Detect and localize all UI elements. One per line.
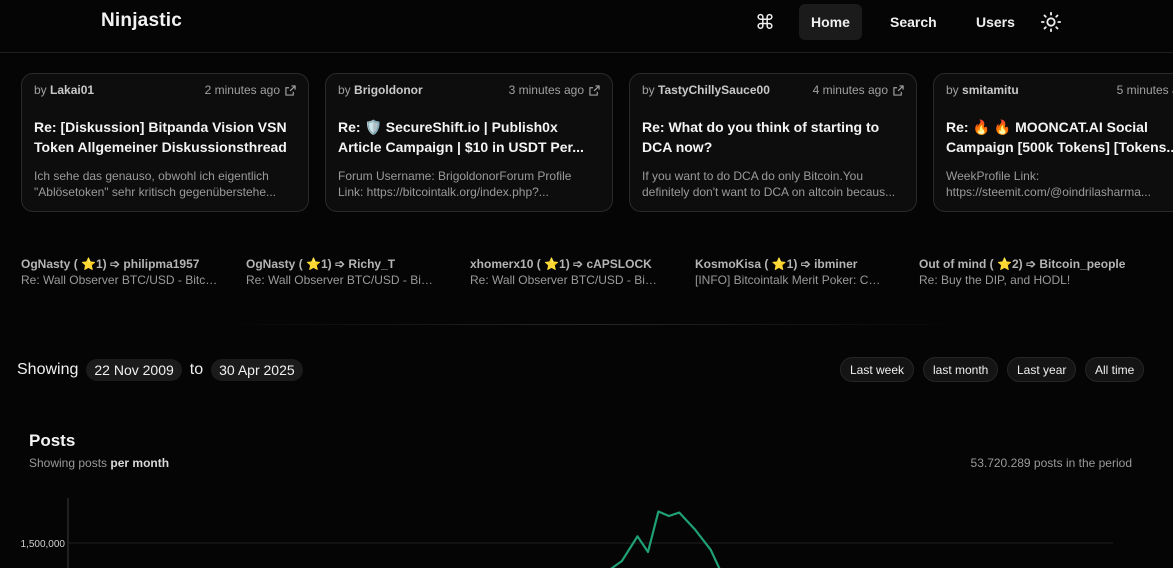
period-last-month-button[interactable]: last month: [923, 357, 999, 382]
arrow-right-icon: ➩: [800, 257, 811, 271]
author-name[interactable]: Brigoldonor: [354, 83, 423, 97]
author-name[interactable]: Lakai01: [50, 83, 94, 97]
star-icon: ⭐: [81, 257, 96, 271]
post-author: by TastyChillySauce00: [642, 83, 770, 97]
post-title[interactable]: Re: [Diskussion] Bitpanda Vision VSN Tok…: [34, 117, 296, 157]
arrow-right-icon: ➩: [335, 257, 346, 271]
nav-home[interactable]: Home: [799, 4, 862, 40]
posts-section-title: Posts: [29, 431, 76, 450]
merit-amount: 1: [95, 257, 103, 271]
merit-receiver[interactable]: Bitcoin_people: [1039, 257, 1125, 271]
section-divider: [212, 324, 972, 325]
merit-receiver[interactable]: Richy_T: [348, 257, 395, 271]
command-icon[interactable]: ⌘: [752, 9, 778, 35]
arrow-right-icon: ➩: [110, 257, 121, 271]
merit-amount: 1: [559, 257, 566, 271]
by-prefix: by: [34, 83, 47, 97]
post-author: by Brigoldonor: [338, 83, 423, 97]
merit-item[interactable]: xhomerx10 ( ⭐1) ➩ cAPSLOCK Re: Wall Obse…: [470, 256, 660, 290]
by-prefix: by: [642, 83, 655, 97]
posts-subtitle: Showing posts per month: [29, 456, 169, 470]
author-name[interactable]: TastyChillySauce00: [658, 83, 770, 97]
nav-users[interactable]: Users: [964, 4, 1027, 40]
post-author: by Lakai01: [34, 83, 94, 97]
post-snippet: Ich sehe das genauso, obwohl ich eigentl…: [34, 169, 276, 199]
post-time: 5 minutes ago: [1117, 83, 1173, 97]
post-title[interactable]: Re: What do you think of starting to DCA…: [642, 117, 904, 157]
time-text: 2 minutes ago: [204, 83, 280, 97]
merit-topic[interactable]: Re: Wall Observer BTC/USD - Bitcoin pric…: [470, 272, 660, 288]
period-last-week-button[interactable]: Last week: [840, 357, 915, 382]
post-time: 4 minutes ago: [813, 83, 904, 97]
to-label: to: [189, 361, 204, 378]
star-icon: ⭐: [997, 257, 1012, 271]
y-tick-label: 1,500,000: [21, 539, 66, 550]
by-prefix: by: [338, 83, 351, 97]
brand-logo[interactable]: Ninjastic: [101, 10, 182, 32]
period-last-year-button[interactable]: Last year: [1007, 357, 1077, 382]
post-snippet: If you want to do DCA do only Bitcoin.Yo…: [642, 169, 896, 199]
merit-topic[interactable]: Re: Buy the DIP, and HODL!: [919, 272, 1173, 288]
merit-item[interactable]: KosmoKisa ( ⭐1) ➩ ibminer [INFO] Bitcoin…: [695, 256, 885, 290]
post-card[interactable]: by smitamitu 5 minutes ago Re: 🔥 🔥 MOONC…: [933, 73, 1173, 212]
merit-receiver[interactable]: cAPSLOCK: [586, 257, 651, 271]
post-title[interactable]: Re: 🛡️ SecureShift.io | Publish0x Articl…: [338, 117, 600, 157]
start-date-picker[interactable]: 22 Nov 2009: [86, 359, 182, 381]
merit-sender[interactable]: KosmoKisa: [695, 257, 761, 271]
post-time: 2 minutes ago: [205, 83, 296, 97]
subtitle-prefix: Showing posts: [29, 456, 108, 470]
time-text: 3 minutes ago: [508, 83, 584, 97]
merit-item[interactable]: Out of mind ( ⭐2) ➩ Bitcoin_people Re: B…: [919, 256, 1173, 290]
post-card[interactable]: by TastyChillySauce00 4 minutes ago Re: …: [629, 73, 917, 212]
external-link-icon[interactable]: [285, 84, 296, 96]
subtitle-granularity: per month: [110, 456, 170, 470]
merit-item[interactable]: OgNasty ( ⭐1) ➩ philipma1957 Re: Wall Ob…: [21, 256, 221, 290]
merit-item[interactable]: OgNasty ( ⭐1) ➩ Richy_T Re: Wall Observe…: [246, 256, 436, 290]
arrow-right-icon: ➩: [573, 257, 584, 271]
merit-topic[interactable]: Re: Wall Observer BTC/USD - Bitcoin pric…: [21, 272, 221, 288]
posts-line-chart: 1,500,000: [21, 498, 1113, 568]
post-title[interactable]: Re: 🔥 🔥 MOONCAT.AI Social Campaign [500k…: [946, 117, 1173, 157]
post-card[interactable]: by Brigoldonor 3 minutes ago Re: 🛡️ Secu…: [325, 73, 613, 212]
merit-topic[interactable]: [INFO] Bitcointalk Merit Poker: Contest: [695, 272, 885, 288]
date-range: Showing 22 Nov 2009 to 30 Apr 2025: [17, 358, 309, 382]
external-link-icon[interactable]: [893, 84, 904, 96]
merit-sender[interactable]: OgNasty: [246, 257, 295, 271]
merit-sender[interactable]: xhomerx10: [470, 257, 533, 271]
arrow-right-icon: ➩: [1025, 257, 1037, 271]
posts-count: 53.720.289 posts in the period: [970, 456, 1132, 470]
nav-search[interactable]: Search: [878, 4, 949, 40]
time-text: 4 minutes ago: [812, 83, 888, 97]
merit-sender[interactable]: Out of mind: [919, 257, 986, 271]
chart-tick-labels: 1,500,000: [21, 539, 66, 550]
merit-amount: 1: [786, 257, 794, 271]
merit-receiver[interactable]: ibminer: [814, 257, 857, 271]
time-text: 5 minutes ago: [1116, 83, 1173, 97]
merit-sender[interactable]: OgNasty: [21, 257, 70, 271]
star-icon: ⭐: [306, 257, 321, 271]
merit-receiver[interactable]: philipma1957: [123, 257, 199, 271]
merit-amount: 1: [320, 257, 328, 271]
external-link-icon[interactable]: [589, 84, 600, 96]
post-snippet: Forum Username: BrigoldonorForum Profile…: [338, 169, 572, 199]
period-all-time-button[interactable]: All time: [1085, 357, 1145, 382]
series-line: [610, 510, 721, 568]
showing-label: Showing: [17, 361, 79, 378]
by-prefix: by: [946, 83, 959, 97]
author-name[interactable]: smitamitu: [962, 83, 1019, 97]
end-date-picker[interactable]: 30 Apr 2025: [211, 359, 303, 381]
post-time: 3 minutes ago: [509, 83, 600, 97]
top-navigation-bar: Ninjastic ⌘ Home Search Users: [0, 0, 1173, 53]
star-icon: ⭐: [544, 257, 559, 271]
post-snippet: WeekProfile Link: https://steemit.com/@o…: [946, 169, 1151, 199]
post-card[interactable]: by Lakai01 2 minutes ago Re: [Diskussion…: [21, 73, 309, 212]
merit-amount: 2: [1011, 257, 1019, 271]
merit-topic[interactable]: Re: Wall Observer BTC/USD - Bitcoin pric…: [246, 272, 436, 288]
post-author: by smitamitu: [946, 83, 1019, 97]
star-icon: ⭐: [771, 257, 787, 271]
sun-icon[interactable]: [1040, 11, 1062, 33]
